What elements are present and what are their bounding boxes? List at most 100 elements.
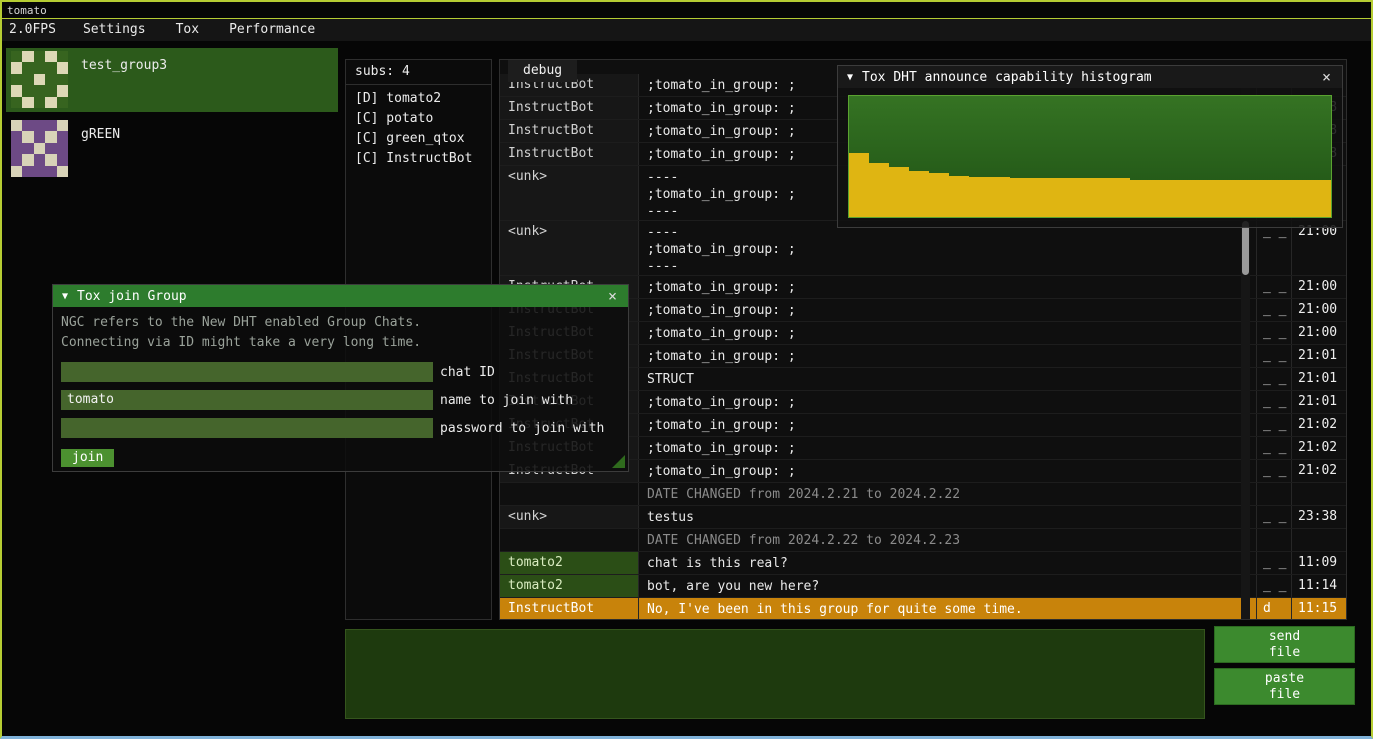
message-status: _ _ [1256,345,1291,367]
join-field-label: chat ID [440,365,495,380]
message-status: _ _ [1256,299,1291,321]
message-status: _ _ [1256,437,1291,459]
collapse-arrow-icon[interactable]: ▼ [62,291,68,302]
message-time: 11:14 [1291,575,1346,597]
members-count: subs: 4 [346,60,491,85]
collapse-arrow-icon[interactable]: ▼ [847,72,853,83]
join-field-input[interactable] [61,362,433,382]
join-field-input[interactable]: tomato [61,390,433,410]
resize-grip-icon[interactable] [612,455,625,468]
member-item[interactable]: [D] tomato2 [346,89,491,109]
message-time: 11:15 [1291,598,1346,620]
message-sender: <unk> [500,221,639,275]
message-time: 21:00 [1291,322,1346,344]
message-row[interactable]: tomato2 chat is this real? _ _ 11:09 [500,552,1346,575]
message-time: 21:02 [1291,460,1346,482]
join-field-row: chat ID [61,362,628,382]
message-status: _ _ [1256,575,1291,597]
message-text: ;tomato_in_group: ; [639,460,1256,482]
message-sender [500,529,639,551]
message-status [1256,483,1291,505]
dht-histogram-title: Tox DHT announce capability histogram [862,70,1311,85]
menu-item[interactable]: Tox [161,19,214,41]
message-time: 21:02 [1291,437,1346,459]
message-text: ---- ;tomato_in_group: ; ---- [639,221,1256,275]
message-text: ;tomato_in_group: ; [639,299,1256,321]
message-row[interactable]: <unk> testus _ _ 23:38 [500,506,1346,529]
message-time: 21:00 [1291,221,1346,275]
message-status: d [1256,598,1291,620]
message-text: bot, are you new here? [639,575,1256,597]
message-text: ;tomato_in_group: ; [639,345,1256,367]
message-sender: tomato2 [500,575,639,597]
message-sender: InstructBot [500,598,639,620]
dht-histogram-titlebar: ▼ Tox DHT announce capability histogram … [838,66,1342,88]
message-time [1291,483,1346,505]
message-sender: <unk> [500,166,639,220]
join-info: NGC refers to the New DHT enabled Group … [61,313,628,353]
message-status: _ _ [1256,391,1291,413]
member-item[interactable]: [C] InstructBot [346,149,491,169]
message-text: ;tomato_in_group: ; [639,276,1256,298]
message-status [1256,529,1291,551]
message-text: No, I've been in this group for quite so… [639,598,1256,620]
message-row[interactable]: tomato2 bot, are you new here? _ _ 11:14 [500,575,1346,598]
message-sender: InstructBot [500,97,639,119]
join-field-input[interactable] [61,418,433,438]
group-name: gREEN [81,127,120,142]
message-input[interactable] [345,629,1205,719]
window-titlebar: tomato [2,2,1371,18]
members-list: [D] tomato2[C] potato[C] green_qtox[C] I… [346,85,491,169]
join-group-body: NGC refers to the New DHT enabled Group … [53,307,628,471]
tab-debug[interactable]: debug [508,60,577,82]
fps-counter: 2.0FPS [2,19,68,41]
chat-scrollbar-thumb[interactable] [1242,221,1249,275]
message-time: 23:38 [1291,506,1346,528]
message-time: 11:09 [1291,552,1346,574]
message-time [1291,529,1346,551]
message-time: 21:01 [1291,345,1346,367]
close-icon[interactable]: × [606,287,619,305]
message-text: testus [639,506,1256,528]
message-status: _ _ [1256,552,1291,574]
message-sender: InstructBot [500,120,639,142]
group-row[interactable]: gREEN [6,117,338,181]
send-file-button[interactable]: send file [1214,626,1355,663]
message-row[interactable]: DATE CHANGED from 2024.2.21 to 2024.2.22 [500,483,1346,506]
group-avatar [11,120,68,177]
message-status: _ _ [1256,322,1291,344]
message-text: ;tomato_in_group: ; [639,414,1256,436]
join-group-titlebar: ▼ Tox join Group × [53,285,628,307]
menu-item[interactable]: Settings [68,19,161,41]
message-time: 21:01 [1291,391,1346,413]
join-field-row: password to join with [61,418,628,438]
message-text: ;tomato_in_group: ; [639,322,1256,344]
message-status: _ _ [1256,460,1291,482]
message-row[interactable]: <unk> ---- ;tomato_in_group: ; ---- _ _ … [500,221,1346,276]
app-window: { "titlebar": { "title": "tomato" }, "me… [0,0,1373,739]
message-row[interactable]: DATE CHANGED from 2024.2.22 to 2024.2.23 [500,529,1346,552]
menu-item[interactable]: Performance [214,19,330,41]
member-item[interactable]: [C] potato [346,109,491,129]
message-sender: <unk> [500,506,639,528]
message-text: DATE CHANGED from 2024.2.22 to 2024.2.23 [639,529,1256,551]
message-text: chat is this real? [639,552,1256,574]
message-sender: tomato2 [500,552,639,574]
group-avatar [11,51,68,108]
dht-histogram-window: ▼ Tox DHT announce capability histogram … [837,65,1343,228]
join-group-window: ▼ Tox join Group × NGC refers to the New… [52,284,629,472]
join-button[interactable]: join [61,449,114,467]
join-field-label: name to join with [440,393,573,408]
close-icon[interactable]: × [1320,68,1333,86]
message-time: 21:00 [1291,299,1346,321]
join-field-row: tomato name to join with [61,390,628,410]
message-row[interactable]: InstructBot No, I've been in this group … [500,598,1346,620]
message-status: _ _ [1256,414,1291,436]
member-item[interactable]: [C] green_qtox [346,129,491,149]
join-group-title: Tox join Group [77,289,597,304]
paste-file-button[interactable]: paste file [1214,668,1355,705]
join-info-line: NGC refers to the New DHT enabled Group … [61,313,628,333]
group-row[interactable]: test_group3 [6,48,338,112]
menu-items: SettingsToxPerformance [68,19,330,41]
message-time: 21:02 [1291,414,1346,436]
